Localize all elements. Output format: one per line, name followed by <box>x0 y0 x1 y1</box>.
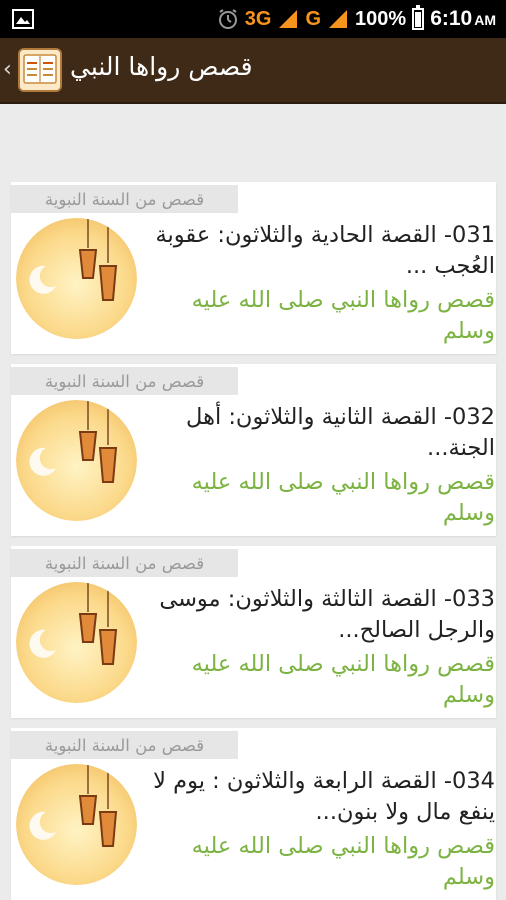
network-3g-label: 3G <box>244 7 272 30</box>
action-bar: ‹ قصص رواها النبي <box>0 38 506 104</box>
category-tag: قصص من السنة النبوية <box>11 549 238 577</box>
story-subtitle: قصص رواها النبي صلى الله عليه وسلم <box>191 287 495 344</box>
signal-icon <box>279 10 298 28</box>
list-item[interactable]: قصص من السنة النبوية 032- القصة الثانية <box>11 364 496 536</box>
list-item[interactable]: قصص من السنة النبوية 033- القصة الثالثة <box>11 546 496 718</box>
lantern-icon <box>16 218 137 339</box>
status-bar: 3G G 100% 6:10 AM <box>0 0 506 38</box>
category-tag: قصص من السنة النبوية <box>11 731 238 759</box>
story-title: 032- القصة الثانية والثلاثون: أهل الجنة.… <box>186 404 495 461</box>
network-g-label: G <box>305 7 322 30</box>
list-item[interactable]: قصص من السنة النبوية 031- القصة الحادية <box>11 182 496 354</box>
page-title: قصص رواها النبي <box>70 52 253 81</box>
lantern-icon <box>16 764 137 885</box>
lantern-thumbnail <box>16 764 137 885</box>
signal-icon <box>329 10 348 28</box>
category-tag: قصص من السنة النبوية <box>11 185 238 213</box>
clock: 6:10 AM <box>430 7 496 30</box>
battery-percent: 100% <box>355 7 407 30</box>
story-title: 034- القصة الرابعة والثلاثون : يوم لا ين… <box>153 768 495 825</box>
list-item[interactable]: قصص من السنة النبوية 034- القصة الرابعة <box>11 728 496 900</box>
lantern-icon <box>16 400 137 521</box>
lantern-thumbnail <box>16 400 137 521</box>
story-subtitle: قصص رواها النبي صلى الله عليه وسلم <box>191 833 495 890</box>
app-icon[interactable] <box>18 48 62 92</box>
lantern-icon <box>16 582 137 703</box>
image-icon <box>12 9 34 29</box>
alarm-icon <box>218 9 237 29</box>
lantern-thumbnail <box>16 582 137 703</box>
back-chevron-icon[interactable]: ‹ <box>3 57 12 82</box>
story-title: 033- القصة الثالثة والثلاثون: موسى والرج… <box>159 586 495 643</box>
story-subtitle: قصص رواها النبي صلى الله عليه وسلم <box>191 651 495 708</box>
story-subtitle: قصص رواها النبي صلى الله عليه وسلم <box>191 469 495 526</box>
category-tag: قصص من السنة النبوية <box>11 367 238 395</box>
stories-list: قصص من السنة النبوية 031- القصة الحادية <box>0 104 506 900</box>
lantern-thumbnail <box>16 218 137 339</box>
story-title: 031- القصة الحادية والثلاثون: عقوبة العُ… <box>155 222 495 279</box>
battery-icon <box>412 5 425 30</box>
